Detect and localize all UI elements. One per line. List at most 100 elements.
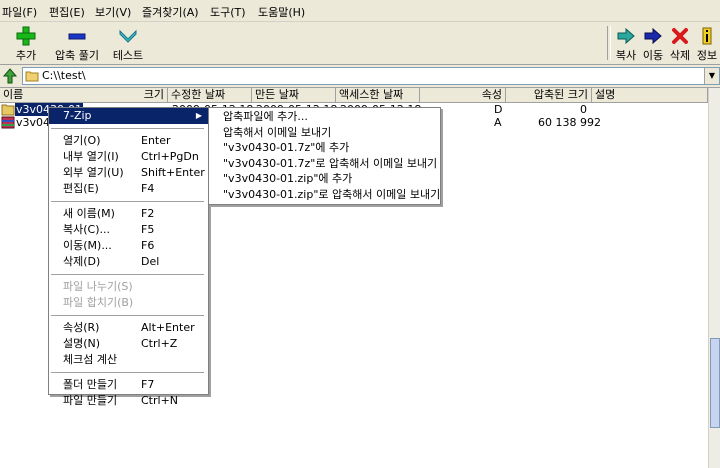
menu-item-shortcut: F2 [141, 207, 155, 220]
submenu-item[interactable]: "v3v0430-01.zip"로 압축해서 이메일 보내기 [209, 187, 440, 203]
submenu-item[interactable]: "v3v0430-01.7z"에 추가 [209, 140, 440, 156]
context-menu-item[interactable]: 새 이름(M) F2 [49, 206, 208, 222]
address-bar: C:\\test\ ▼ [0, 65, 720, 88]
menu-separator [51, 128, 204, 130]
context-menu: 7-Zip ▶ 열기(O) Enter 내부 열기(I) Ctrl+PgDn 외부 열기(U… [48, 107, 209, 407]
info-label: 정보 [696, 49, 718, 62]
menu-item-label: 편집(E) [63, 182, 99, 195]
menu-item-shortcut: Ctrl+Z [141, 337, 178, 350]
menu-item-shortcut: Shift+Enter [141, 166, 205, 179]
context-menu-item[interactable]: 외부 열기(U) Shift+Enter [49, 165, 208, 181]
info-button[interactable]: 정보 [694, 24, 720, 62]
menu-separator [51, 201, 204, 203]
menu-item-label: 폴더 만들기 [63, 378, 118, 391]
menu-edit[interactable]: 편집(E) [49, 4, 85, 20]
col-comment[interactable]: 설명 [592, 88, 708, 102]
delete-label: 삭제 [669, 49, 691, 62]
context-menu-item[interactable]: 속성(R) Alt+Enter [49, 320, 208, 336]
submenu-item-label: "v3v0430-01.zip"에 추가 [223, 172, 353, 185]
context-menu-item: 파일 나누기(S) [49, 279, 208, 295]
submenu-item-label: "v3v0430-01.7z"에 추가 [223, 141, 350, 154]
test-button[interactable]: 테스트 [108, 24, 148, 62]
menu-separator [51, 274, 204, 276]
path-dropdown-button[interactable]: ▼ [704, 68, 719, 84]
minus-icon [68, 33, 86, 40]
menu-item-shortcut: Ctrl+PgDn [141, 150, 199, 163]
up-folder-button[interactable] [1, 67, 19, 85]
menu-item-label: 설명(N) [63, 337, 101, 350]
submenu-item-label: "v3v0430-01.zip"로 압축해서 이메일 보내기 [223, 187, 441, 201]
folder-icon [25, 71, 39, 82]
check-chevron-icon [119, 29, 137, 43]
context-menu-item[interactable]: 이동(M)... F6 [49, 238, 208, 254]
col-accessed[interactable]: 액세스한 날짜 [336, 88, 420, 102]
column-header: 이름 크기 수정한 날짜 만든 날짜 액세스한 날짜 속성 압축된 크기 설명 [0, 88, 708, 103]
menu-item-label: 이동(M)... [63, 239, 112, 252]
toolbar: 추가 압축 풀기 테스트 복사 이동 삭제 정보 [0, 22, 720, 65]
add-button[interactable]: 추가 [6, 24, 46, 62]
context-menu-item[interactable]: 삭제(D) Del [49, 254, 208, 270]
col-attributes[interactable]: 속성 [420, 88, 506, 102]
col-size[interactable]: 크기 [112, 88, 168, 102]
menu-file[interactable]: 파일(F) [2, 4, 37, 20]
menu-item-label: 외부 열기(U) [63, 166, 124, 179]
delete-x-icon [672, 28, 688, 44]
col-created[interactable]: 만든 날짜 [252, 88, 336, 102]
submenu-item[interactable]: 압축파일에 추가... [209, 109, 440, 125]
chevron-down-icon: ▼ [708, 71, 716, 80]
context-menu-item[interactable]: 복사(C)... F5 [49, 222, 208, 238]
extract-button[interactable]: 압축 풀기 [50, 24, 104, 62]
col-packed-size[interactable]: 압축된 크기 [506, 88, 592, 102]
menu-item-label: 새 이름(M) [63, 207, 115, 220]
menu-item-shortcut: Del [141, 255, 160, 268]
file-attributes: D [494, 103, 503, 116]
submenu-item[interactable]: "v3v0430-01.7z"로 압축해서 이메일 보내기 [209, 156, 440, 172]
submenu-item[interactable]: 압축해서 이메일 보내기 [209, 125, 440, 141]
path-input[interactable]: C:\\test\ ▼ [22, 67, 720, 85]
file-attributes: A [494, 116, 502, 129]
menu-tools[interactable]: 도구(T) [210, 4, 246, 20]
context-menu-item[interactable]: 내부 열기(I) Ctrl+PgDn [49, 149, 208, 165]
copy-arrow-icon [617, 27, 635, 45]
context-menu-item[interactable]: 폴더 만들기 F7 [49, 377, 208, 393]
copy-button[interactable]: 복사 [613, 24, 639, 62]
test-label: 테스트 [112, 49, 144, 62]
menu-item-shortcut: F6 [141, 239, 155, 252]
extract-label: 압축 풀기 [55, 49, 99, 62]
move-label: 이동 [642, 49, 664, 62]
context-menu-item[interactable]: 열기(O) Enter [49, 133, 208, 149]
file-packed-size: 60 138 992 [538, 116, 601, 129]
context-menu-item[interactable]: 설명(N) Ctrl+Z [49, 336, 208, 352]
submenu-item-label: 압축해서 이메일 보내기 [223, 125, 332, 139]
menu-favorites[interactable]: 즐겨찾기(A) [142, 4, 199, 20]
delete-button[interactable]: 삭제 [667, 24, 693, 62]
menu-view[interactable]: 보기(V) [95, 4, 131, 20]
menu-item-shortcut: Alt+Enter [141, 321, 195, 334]
col-modified[interactable]: 수정한 날짜 [168, 88, 252, 102]
menu-item-label: 내부 열기(I) [63, 150, 119, 163]
move-button[interactable]: 이동 [640, 24, 666, 62]
folder-icon [1, 104, 15, 116]
menu-bar: 파일(F) 편집(E) 보기(V) 즐겨찾기(A) 도구(T) 도움말(H) [0, 0, 720, 22]
menu-item-label: 파일 나누기(S) [63, 280, 133, 293]
menu-item-label: 파일 만들기 [63, 394, 118, 407]
submenu-item-label: "v3v0430-01.7z"로 압축해서 이메일 보내기 [223, 156, 438, 170]
menu-help[interactable]: 도움말(H) [258, 4, 305, 20]
7zip-submenu: 압축파일에 추가... 압축해서 이메일 보내기 "v3v0430-01.7z"에 … [208, 107, 441, 205]
menu-item-shortcut: F4 [141, 182, 155, 195]
context-menu-item[interactable]: 파일 만들기 Ctrl+N [49, 393, 208, 409]
vertical-scrollbar[interactable] [708, 88, 720, 468]
menu-separator [51, 372, 204, 374]
menu-item-label: 복사(C)... [63, 223, 110, 236]
context-menu-item[interactable]: 편집(E) F4 [49, 181, 208, 197]
toolbar-separator [607, 26, 611, 60]
menu-item-shortcut: F5 [141, 223, 155, 236]
move-arrow-icon [644, 27, 662, 45]
menu-item-label: 삭제(D) [63, 255, 101, 268]
submenu-item[interactable]: "v3v0430-01.zip"에 추가 [209, 171, 440, 187]
info-icon [702, 27, 712, 45]
scrollbar-thumb[interactable] [710, 338, 720, 428]
context-menu-item[interactable]: 체크섬 계산 [49, 352, 208, 368]
context-menu-item[interactable]: 7-Zip ▶ [49, 108, 208, 124]
up-arrow-icon [2, 68, 18, 84]
